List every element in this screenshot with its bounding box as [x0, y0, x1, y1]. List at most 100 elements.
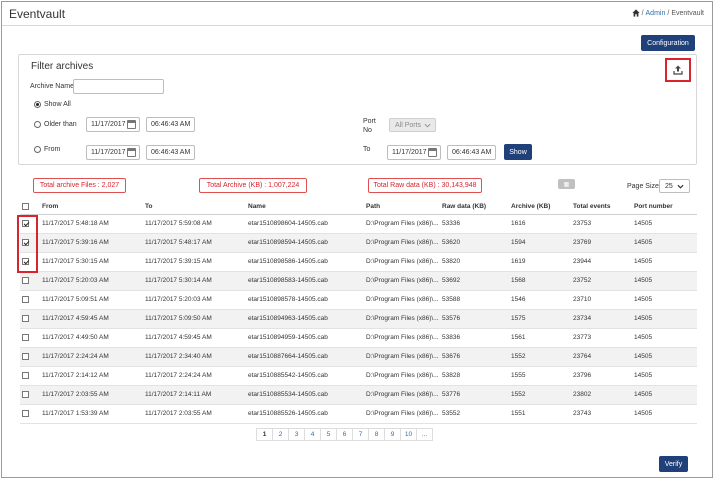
page-size-select[interactable]: 25	[659, 179, 690, 193]
port-no-label: Port	[363, 118, 376, 125]
show-button[interactable]: Show	[504, 144, 532, 160]
older-than-time-input[interactable]: 06:46:43 AM	[146, 117, 195, 132]
to-time-input[interactable]: 06:46:43 AM	[447, 145, 496, 160]
table-row[interactable]: 11/17/2017 4:59:45 AM 11/17/2017 5:09:50 …	[20, 309, 697, 329]
row-select-cell[interactable]	[20, 347, 40, 367]
row-checkbox[interactable]	[22, 409, 29, 417]
table-row[interactable]: 11/17/2017 5:09:51 AM 11/17/2017 5:20:03 …	[20, 290, 697, 310]
pagination-page[interactable]: 3	[288, 428, 305, 441]
verify-button[interactable]: Verify	[659, 456, 688, 472]
column-header[interactable]: From	[40, 200, 143, 215]
column-header[interactable]: To	[143, 200, 246, 215]
row-checkbox[interactable]	[22, 371, 29, 379]
table-row[interactable]: 11/17/2017 5:30:15 AM 11/17/2017 5:39:15 …	[20, 252, 697, 272]
total-events-cell: 23796	[571, 366, 632, 386]
row-select-cell[interactable]	[20, 328, 40, 348]
pagination-page[interactable]: 8	[368, 428, 385, 441]
breadcrumb-admin-link[interactable]: Admin	[646, 10, 666, 17]
pagination-page[interactable]: 9	[384, 428, 401, 441]
raw-data-cell: 53336	[440, 214, 509, 234]
archive-cell: 1568	[509, 271, 571, 291]
select-all-header[interactable]	[20, 200, 40, 215]
pagination-page[interactable]: 6	[336, 428, 353, 441]
pagination-page[interactable]: 10	[400, 428, 417, 441]
older-than-radio[interactable]	[34, 121, 41, 128]
to-cell: 11/17/2017 2:14:11 AM	[143, 385, 246, 405]
pagination-page[interactable]: 2	[272, 428, 289, 441]
path-cell: D:\Program Files (x86)\...	[364, 347, 440, 367]
from-cell: 11/17/2017 5:20:03 AM	[40, 271, 143, 291]
table-row[interactable]: 11/17/2017 4:49:50 AM 11/17/2017 4:59:45 …	[20, 328, 697, 348]
column-header[interactable]: Raw data (KB)	[440, 200, 509, 215]
pagination-more[interactable]: ...	[416, 428, 433, 441]
configuration-button[interactable]: Configuration	[641, 35, 695, 51]
table-header-row: From To Name Path Raw data (KB) Archive …	[20, 200, 697, 215]
row-select-cell[interactable]	[20, 290, 40, 310]
total-archive-badge: Total Archive (KB) : 1,007,224	[199, 178, 307, 193]
to-cell: 11/17/2017 2:24:24 AM	[143, 366, 246, 386]
to-label: To	[363, 146, 371, 153]
path-cell: D:\Program Files (x86)\...	[364, 366, 440, 386]
column-header[interactable]: Archive (KB)	[509, 200, 571, 215]
row-select-cell[interactable]	[20, 309, 40, 329]
pagination-page[interactable]: 4	[304, 428, 321, 441]
name-cell: etar1510898604-14505.cab	[246, 214, 364, 234]
row-checkbox[interactable]	[22, 295, 29, 303]
home-icon[interactable]	[631, 9, 640, 17]
archive-cell: 1546	[509, 290, 571, 310]
table-row[interactable]: 11/17/2017 5:48:18 AM 11/17/2017 5:59:08 …	[20, 214, 697, 234]
row-select-cell[interactable]	[20, 271, 40, 291]
table-row[interactable]: 11/17/2017 2:03:55 AM 11/17/2017 2:14:11 …	[20, 385, 697, 405]
table-row[interactable]: 11/17/2017 2:14:12 AM 11/17/2017 2:24:24 …	[20, 366, 697, 386]
pagination-page[interactable]: 1	[256, 428, 273, 441]
select-all-checkbox[interactable]	[22, 203, 29, 211]
row-checkbox[interactable]	[22, 276, 29, 284]
show-all-radio[interactable]	[34, 101, 41, 108]
raw-data-cell: 53828	[440, 366, 509, 386]
path-cell: D:\Program Files (x86)\...	[364, 309, 440, 329]
archive-name-label: Archive Name	[30, 83, 74, 90]
pagination-page[interactable]: 7	[352, 428, 369, 441]
row-checkbox[interactable]	[22, 390, 29, 398]
breadcrumb-separator: /	[667, 9, 670, 17]
column-header[interactable]: Path	[364, 200, 440, 215]
archive-cell: 1575	[509, 309, 571, 329]
calendar-icon[interactable]	[428, 148, 437, 157]
archives-table: From To Name Path Raw data (KB) Archive …	[20, 200, 697, 424]
row-select-cell[interactable]	[20, 404, 40, 424]
calendar-icon[interactable]	[127, 120, 136, 129]
table-row[interactable]: 11/17/2017 1:53:39 AM 11/17/2017 2:03:55 …	[20, 404, 697, 424]
column-header[interactable]: Total events	[571, 200, 632, 215]
from-time-input[interactable]: 06:46:43 AM	[146, 145, 195, 160]
top-bar: Eventvault / Admin / Eventvault	[2, 2, 712, 26]
port-no-label-line2: No	[363, 127, 372, 134]
port-number-cell: 14505	[632, 214, 697, 234]
upload-icon[interactable]	[673, 65, 683, 75]
row-checkbox[interactable]	[22, 352, 29, 360]
from-radio[interactable]	[34, 146, 41, 153]
row-checkbox[interactable]	[22, 333, 29, 341]
archive-name-input[interactable]	[73, 79, 164, 94]
app-window: Eventvault / Admin / Eventvault Configur…	[1, 1, 713, 478]
row-select-cell[interactable]	[20, 366, 40, 386]
raw-data-cell: 53676	[440, 347, 509, 367]
filter-title: Filter archives	[31, 61, 94, 72]
path-cell: D:\Program Files (x86)\...	[364, 271, 440, 291]
row-checkbox[interactable]	[22, 314, 29, 322]
table-row[interactable]: 11/17/2017 5:39:16 AM 11/17/2017 5:48:17 …	[20, 233, 697, 253]
raw-data-cell: 53836	[440, 328, 509, 348]
column-header[interactable]: Name	[246, 200, 364, 215]
pagination-page[interactable]: 5	[320, 428, 337, 441]
port-number-cell: 14505	[632, 252, 697, 272]
from-cell: 11/17/2017 5:48:18 AM	[40, 214, 143, 234]
column-header[interactable]: Port number	[632, 200, 697, 215]
calendar-icon[interactable]	[127, 148, 136, 157]
name-cell: etar1510898578-14505.cab	[246, 290, 364, 310]
table-row[interactable]: 11/17/2017 5:20:03 AM 11/17/2017 5:30:14 …	[20, 271, 697, 291]
row-select-cell[interactable]	[20, 385, 40, 405]
table-row[interactable]: 11/17/2017 2:24:24 AM 11/17/2017 2:34:40 …	[20, 347, 697, 367]
path-cell: D:\Program Files (x86)\...	[364, 233, 440, 253]
name-cell: etar1510898583-14505.cab	[246, 271, 364, 291]
export-icon[interactable]: ▦	[558, 179, 575, 189]
from-cell: 11/17/2017 5:30:15 AM	[40, 252, 143, 272]
